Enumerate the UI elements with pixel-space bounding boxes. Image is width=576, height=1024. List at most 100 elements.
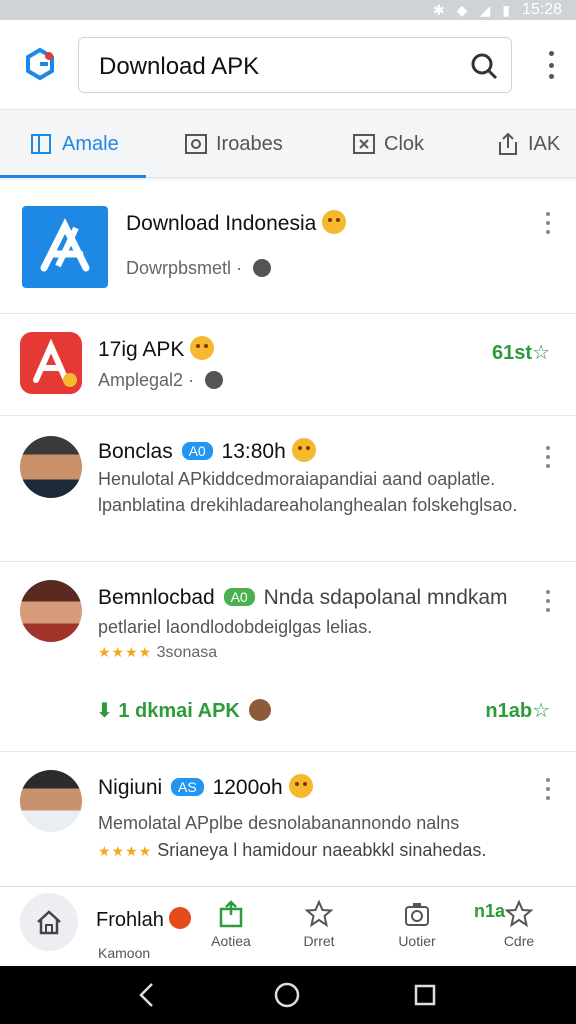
recents-icon[interactable]	[410, 980, 440, 1010]
item-subtitle-text: Amplegal2 ·	[98, 370, 195, 390]
item-subtitle-text: Dowrpbsmetl ·	[126, 258, 243, 278]
item-title-text: Bonclas	[98, 440, 173, 463]
item-description: Henulotal APkiddcedmoraiapandiai aand oa…	[98, 469, 518, 515]
signal-icon: ◢	[479, 1, 491, 18]
tab-iroabes[interactable]: Iroabes	[184, 110, 283, 178]
system-nav-bar	[0, 966, 576, 1024]
active-tab-indicator	[0, 175, 146, 178]
item-description: Memolatal APplbe desnolabanannondo nalns	[98, 813, 460, 833]
item-title: 17ig APK	[98, 336, 215, 362]
item-price[interactable]: n1ab☆	[485, 698, 550, 723]
nav-label: Drret	[303, 933, 335, 949]
item-title-text: Download Indonesia	[126, 212, 317, 235]
item-title: Bonclas A0 13:80h	[98, 438, 316, 464]
rating-stars-icon: ★★★★	[98, 644, 153, 660]
image-icon	[185, 134, 207, 154]
star-outline-icon: ☆	[532, 342, 550, 364]
avatar	[20, 436, 82, 498]
close-box-icon	[353, 134, 375, 154]
list-item[interactable]: 17ig APK Amplegal2 · 61st☆	[0, 314, 576, 416]
tab-label: Iroabes	[216, 132, 283, 155]
globe-icon	[205, 371, 224, 389]
item-time: 13:80h	[221, 440, 286, 463]
nav-uotier[interactable]: Uotier	[372, 895, 462, 965]
item-title: Nigiuni AS 1200oh	[98, 774, 313, 800]
rating-text: Srianeya l hamidour naeabkkl sinahedas.	[157, 840, 487, 860]
list-item[interactable]: Download Indonesia Dowrpbsmetl ·	[0, 180, 576, 314]
item-price[interactable]: 61st☆	[492, 340, 550, 365]
download-label: 1 dkmai APK	[118, 700, 240, 722]
app-logo-icon[interactable]	[22, 46, 58, 82]
search-icon[interactable]	[469, 51, 499, 81]
globe-icon	[253, 259, 272, 277]
emoji-icon	[190, 336, 215, 360]
price-text: n1ab	[485, 700, 533, 722]
back-icon[interactable]	[132, 980, 162, 1010]
home-icon	[37, 910, 61, 935]
camera-icon	[405, 903, 429, 926]
list-item[interactable]: Bemnlocbad A0 Nnda sdapolanal mndkam pet…	[0, 562, 576, 752]
item-title-text: Nigiuni	[98, 776, 163, 799]
star-outline-icon	[304, 899, 334, 928]
item-subtitle: Amplegal2 ·	[98, 370, 224, 391]
rating-text: 3sonasa	[156, 644, 218, 661]
tab-iak[interactable]: IAK	[496, 110, 560, 178]
tab-amale[interactable]: Amale	[30, 110, 119, 178]
app-bar: Download APK	[0, 20, 576, 110]
star-icon	[504, 899, 534, 928]
star-outline-icon: ☆	[532, 700, 550, 722]
battery-icon: ▮	[502, 1, 510, 18]
emoji-icon	[322, 210, 347, 234]
nav-aotiea[interactable]: Aotiea	[186, 895, 276, 965]
nav-cdre[interactable]: n1a Cdre	[474, 895, 564, 965]
nav-price: n1a	[474, 901, 506, 921]
home-button[interactable]	[20, 893, 78, 951]
download-button[interactable]: ⬇ 1 dkmai APK	[96, 698, 272, 723]
avatar	[20, 580, 82, 642]
app-icon	[22, 206, 108, 288]
nav-label: Cdre	[503, 933, 535, 949]
item-badge: AS	[171, 778, 204, 796]
cookie-icon	[249, 699, 272, 721]
status-time: 15:28	[521, 1, 562, 18]
bottom-nav: Frohlah Kamoon Aotiea Drret Uotier n1a C…	[0, 886, 576, 966]
bag-icon	[219, 900, 243, 928]
item-subtitle: Dowrpbsmetl ·	[126, 258, 272, 279]
book-icon	[31, 134, 51, 154]
tab-bar: Amale Iroabes Clok IAK	[0, 110, 576, 178]
emoji-icon	[291, 438, 316, 462]
item-description: petlariel laondlodobdeiglgas lelias.	[98, 617, 373, 637]
avatar	[20, 770, 82, 832]
share-icon	[499, 132, 517, 155]
nav-label-kamoon[interactable]: Kamoon	[98, 945, 150, 961]
item-badge: A0	[181, 442, 213, 460]
item-title: Download Indonesia	[126, 210, 347, 236]
item-menu-icon[interactable]	[546, 446, 552, 468]
list-item[interactable]: Bonclas A0 13:80h Henulotal APkiddcedmor…	[0, 416, 576, 562]
item-title-text: Bemnlocbad	[98, 586, 215, 609]
item-menu-icon[interactable]	[546, 590, 552, 612]
nav-label: Aotiea	[211, 933, 251, 949]
bluetooth-icon: ✱	[432, 1, 445, 18]
search-input[interactable]: Download APK	[78, 37, 512, 93]
tab-label: Clok	[384, 132, 425, 155]
results-list: Download Indonesia Dowrpbsmetl · 17ig AP…	[0, 180, 576, 886]
home-circle-icon[interactable]	[272, 980, 302, 1010]
nav-label: Uotier	[398, 933, 436, 949]
nav-drret[interactable]: Drret	[274, 895, 364, 965]
item-rating: ★★★★ 3sonasa	[98, 644, 217, 662]
item-title-text: 17ig APK	[98, 338, 185, 361]
rating-stars-icon: ★★★★	[98, 843, 153, 859]
tab-label: Amale	[62, 132, 119, 155]
download-icon: ⬇	[96, 700, 113, 722]
tab-clok[interactable]: Clok	[352, 110, 424, 178]
item-menu-icon[interactable]	[546, 778, 552, 800]
emoji-icon	[288, 774, 313, 798]
more-options-icon[interactable]	[546, 51, 556, 79]
item-badge: A0	[223, 588, 255, 606]
item-rating: ★★★★ Srianeya l hamidour naeabkkl sinahe…	[98, 840, 486, 861]
item-headline: Nnda sdapolanal mndkam	[263, 586, 508, 609]
list-item[interactable]: Nigiuni AS 1200oh Memolatal APplbe desno…	[0, 752, 576, 886]
search-query[interactable]: Download APK	[99, 53, 259, 81]
item-menu-icon[interactable]	[546, 212, 552, 234]
